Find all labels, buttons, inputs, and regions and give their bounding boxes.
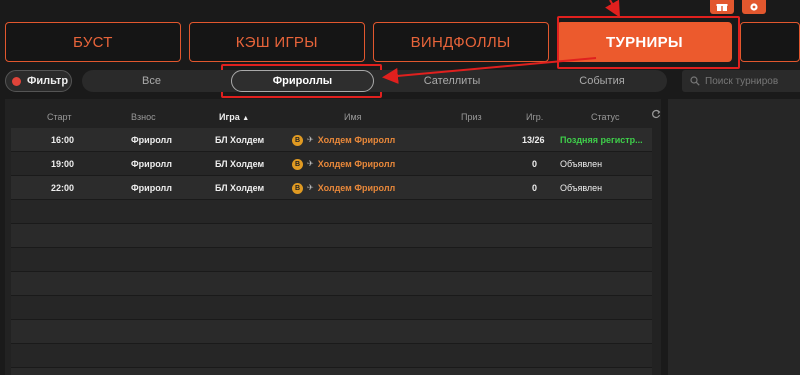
table-row-empty (11, 200, 652, 224)
search-icon (690, 76, 700, 86)
sub-tabs: Все Фрироллы Сателлиты События (82, 70, 667, 92)
table-row-empty (11, 248, 652, 272)
search-placeholder: Поиск турниров (705, 75, 779, 87)
row-name: B ✈ Холдем Фриролл (292, 152, 395, 176)
row-start: 16:00 (51, 135, 75, 145)
row-name: B ✈ Холдем Фриролл (292, 176, 395, 200)
header-start[interactable]: Старт (47, 107, 71, 127)
main-tabs: БУСТ КЭШ ИГРЫ ВИНДФОЛЛЫ ТУРНИРЫ (5, 22, 800, 62)
table-row[interactable]: 22:00 Фриролл БЛ Холдем B ✈ Холдем Фриро… (11, 176, 652, 200)
bounty-badge-icon: B (292, 134, 303, 146)
row-start: 22:00 (51, 183, 75, 193)
table-header: Старт Взнос Игра ▲ Имя Приз Игр. Статус (11, 107, 652, 127)
details-panel (668, 99, 800, 375)
search-input[interactable]: Поиск турниров (682, 70, 800, 92)
header-buyin[interactable]: Взнос (131, 107, 156, 127)
row-buyin: Фриролл (131, 159, 172, 169)
row-name: B ✈ Холдем Фриролл (292, 128, 395, 152)
row-name-label: Холдем Фриролл (317, 135, 396, 145)
subtab-satellites[interactable]: Сателлиты (392, 70, 512, 92)
subtab-all[interactable]: Все (90, 70, 213, 92)
header-players[interactable]: Игр. (526, 107, 543, 127)
bounty-badge-icon: B (292, 158, 303, 170)
table-row[interactable]: 19:00 Фриролл БЛ Холдем B ✈ Холдем Фриро… (11, 152, 652, 176)
top-icons (710, 0, 766, 14)
bounty-badge-icon: B (292, 182, 303, 194)
arrow-to-tournaments (605, 0, 620, 18)
table-row-empty (11, 320, 652, 344)
header-name[interactable]: Имя (344, 107, 362, 127)
row-players: 0 (532, 183, 538, 193)
tab-tournaments[interactable]: ТУРНИРЫ (556, 22, 733, 62)
row-game: БЛ Холдем (215, 135, 265, 145)
flag-icon: ✈ (307, 159, 314, 168)
row-game: БЛ Холдем (215, 159, 265, 169)
sort-asc-icon: ▲ (242, 115, 250, 122)
table-row-empty (11, 296, 652, 320)
subtab-freerolls[interactable]: Фрироллы (231, 70, 374, 92)
row-name-label: Холдем Фриролл (317, 159, 396, 169)
filter-label: Фильтр (27, 75, 69, 87)
row-players: 13/26 (522, 135, 545, 145)
tab-more[interactable] (740, 22, 800, 62)
filter-button[interactable]: Фильтр (5, 70, 72, 92)
refresh-icon[interactable] (651, 109, 661, 119)
gift-icon[interactable] (710, 0, 734, 14)
row-game: БЛ Холдем (215, 183, 265, 193)
flag-icon: ✈ (307, 183, 314, 192)
header-game[interactable]: Игра ▲ (219, 107, 249, 127)
tab-cash-games[interactable]: КЭШ ИГРЫ (188, 22, 365, 62)
row-buyin: Фриролл (131, 135, 172, 145)
table-row-empty (11, 272, 652, 296)
row-status: Поздняя регистр... (560, 135, 643, 145)
row-buyin: Фриролл (131, 183, 172, 193)
header-status[interactable]: Статус (591, 107, 619, 127)
header-prize[interactable]: Приз (461, 107, 482, 127)
header-game-label: Игра (219, 112, 240, 122)
subtab-events[interactable]: События (542, 70, 662, 92)
row-status: Объявлен (560, 183, 603, 193)
table-row-empty (11, 224, 652, 248)
table-row-empty (11, 344, 652, 368)
settings-icon[interactable] (742, 0, 766, 14)
table-row-empty (11, 368, 652, 375)
tournament-table: Старт Взнос Игра ▲ Имя Приз Игр. Статус … (5, 99, 661, 375)
tab-windfalls[interactable]: ВИНДФОЛЛЫ (372, 22, 549, 62)
table-row[interactable]: 16:00 Фриролл БЛ Холдем B ✈ Холдем Фриро… (11, 128, 652, 152)
filter-status-dot (12, 76, 21, 86)
row-status: Объявлен (560, 159, 603, 169)
row-players: 0 (532, 159, 538, 169)
flag-icon: ✈ (307, 135, 314, 144)
row-name-label: Холдем Фриролл (317, 183, 396, 193)
table-body: 16:00 Фриролл БЛ Холдем B ✈ Холдем Фриро… (11, 128, 652, 375)
row-start: 19:00 (51, 159, 75, 169)
tab-boost[interactable]: БУСТ (5, 22, 181, 62)
